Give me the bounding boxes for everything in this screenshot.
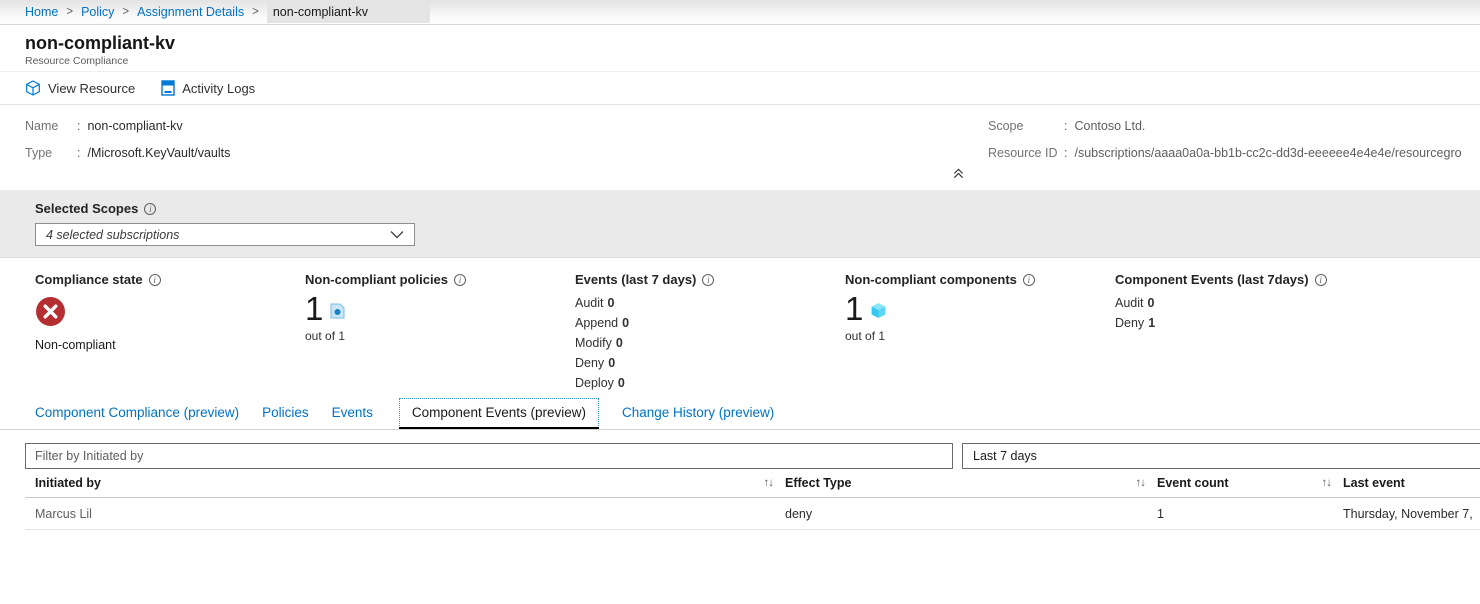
non-compliant-components-title: Non-compliant components xyxy=(845,272,1017,287)
page-subtitle: Resource Compliance xyxy=(25,55,1480,67)
chevron-double-up-icon xyxy=(952,168,965,183)
breadcrumb-separator: > xyxy=(66,6,73,18)
events-deny-row: Deny0 xyxy=(575,353,714,373)
events-modify-row: Modify0 xyxy=(575,333,714,353)
command-bar: View Resource Activity Logs xyxy=(0,72,1480,105)
info-icon[interactable]: i xyxy=(144,203,156,215)
breadcrumb-home[interactable]: Home xyxy=(25,5,58,19)
component-cube-icon xyxy=(870,302,887,322)
selected-scopes-section: Selected Scopes i 4 selected subscriptio… xyxy=(0,190,1480,258)
tab-component-events[interactable]: Component Events (preview) xyxy=(399,398,599,428)
resource-id-label: Resource ID xyxy=(988,146,1064,160)
view-resource-label: View Resource xyxy=(48,81,135,96)
chevron-down-icon xyxy=(390,227,404,242)
cell-last-event: Thursday, November 7, xyxy=(1333,507,1480,521)
selected-scopes-value: 4 selected subscriptions xyxy=(46,228,179,242)
essentials-name-row: Name:non-compliant-kv xyxy=(25,119,230,133)
info-icon[interactable]: i xyxy=(1315,274,1327,286)
compliance-state-card: Compliance state i Non-compliant xyxy=(35,272,161,352)
table-header-row: Initiated by ↑↓ Effect Type ↑↓ Event cou… xyxy=(25,469,1480,498)
component-events-deny-row: Deny1 xyxy=(1115,313,1327,333)
scope-label: Scope xyxy=(988,119,1064,133)
policy-icon xyxy=(330,303,345,322)
breadcrumb-separator: > xyxy=(252,6,259,18)
events-title: Events (last 7 days) xyxy=(575,272,696,287)
table-row: Marcus Lil deny 1 Thursday, November 7, xyxy=(25,498,1480,530)
breadcrumb-separator: > xyxy=(122,6,129,18)
activity-logs-button[interactable]: Activity Logs xyxy=(161,72,255,104)
events-deploy-row: Deploy0 xyxy=(575,373,714,393)
tab-change-history[interactable]: Change History (preview) xyxy=(622,398,774,427)
info-icon[interactable]: i xyxy=(1023,274,1035,286)
non-compliant-components-card: Non-compliant components i 1 out of 1 xyxy=(845,272,1035,343)
essentials-resource-id-row: Resource ID:/subscriptions/aaaa0a0a-bb1b… xyxy=(988,146,1462,160)
page-title: non-compliant-kv xyxy=(25,32,1480,54)
selected-scopes-label: Selected Scopes xyxy=(35,201,138,216)
breadcrumb-current: non-compliant-kv xyxy=(267,2,430,23)
column-header-event-count[interactable]: Event count ↑↓ xyxy=(1147,476,1333,490)
breadcrumb-assignment-details[interactable]: Assignment Details xyxy=(137,5,244,19)
non-compliant-components-out-of: out of 1 xyxy=(845,329,1035,343)
cell-effect-type: deny xyxy=(775,507,1147,521)
breadcrumb: Home > Policy > Assignment Details > non… xyxy=(0,0,1480,25)
sort-icon: ↑↓ xyxy=(764,477,776,489)
sort-icon: ↑↓ xyxy=(1136,477,1148,489)
events-audit-row: Audit0 xyxy=(575,293,714,313)
tab-bar: Component Compliance (preview) Policies … xyxy=(0,396,1480,430)
time-range-dropdown[interactable]: Last 7 days xyxy=(962,443,1480,469)
scope-value: Contoso Ltd. xyxy=(1074,119,1145,133)
non-compliant-components-count: 1 xyxy=(845,289,863,329)
column-header-effect-type[interactable]: Effect Type ↑↓ xyxy=(775,476,1147,490)
non-compliant-policies-out-of: out of 1 xyxy=(305,329,466,343)
name-label: Name xyxy=(25,119,77,133)
info-icon[interactable]: i xyxy=(702,274,714,286)
resource-id-value: /subscriptions/aaaa0a0a-bb1b-cc2c-dd3d-e… xyxy=(1074,146,1461,160)
activity-log-icon xyxy=(161,80,175,96)
sort-icon: ↑↓ xyxy=(1322,477,1334,489)
component-events-title: Component Events (last 7days) xyxy=(1115,272,1309,287)
filter-initiated-by-input[interactable] xyxy=(25,443,953,469)
type-value: /Microsoft.KeyVault/vaults xyxy=(87,146,230,160)
non-compliant-policies-title: Non-compliant policies xyxy=(305,272,448,287)
time-range-value: Last 7 days xyxy=(973,449,1037,463)
collapse-essentials-button[interactable] xyxy=(950,165,967,185)
cell-initiated-by: Marcus Lil xyxy=(25,507,775,521)
tab-events[interactable]: Events xyxy=(332,398,373,427)
component-events-audit-row: Audit0 xyxy=(1115,293,1327,313)
tab-policies[interactable]: Policies xyxy=(262,398,309,427)
activity-logs-label: Activity Logs xyxy=(182,81,255,96)
non-compliant-status-icon xyxy=(35,296,161,330)
info-icon[interactable]: i xyxy=(454,274,466,286)
compliance-state-title: Compliance state xyxy=(35,272,143,287)
name-value: non-compliant-kv xyxy=(87,119,182,133)
compliance-state-value: Non-compliant xyxy=(35,338,161,352)
selected-scopes-dropdown[interactable]: 4 selected subscriptions xyxy=(35,223,415,246)
column-header-last-event[interactable]: Last event xyxy=(1333,476,1480,490)
essentials-type-row: Type:/Microsoft.KeyVault/vaults xyxy=(25,146,230,160)
column-header-initiated-by[interactable]: Initiated by ↑↓ xyxy=(25,476,775,490)
essentials-panel: Name:non-compliant-kv Type:/Microsoft.Ke… xyxy=(0,105,1480,190)
breadcrumb-policy[interactable]: Policy xyxy=(81,5,114,19)
tab-component-compliance[interactable]: Component Compliance (preview) xyxy=(35,398,239,427)
component-events-table: Initiated by ↑↓ Effect Type ↑↓ Event cou… xyxy=(25,469,1480,530)
type-label: Type xyxy=(25,146,77,160)
view-resource-button[interactable]: View Resource xyxy=(25,72,135,104)
events-card: Events (last 7 days) i Audit0 Append0 Mo… xyxy=(575,272,714,393)
info-icon[interactable]: i xyxy=(149,274,161,286)
component-events-card: Component Events (last 7days) i Audit0 D… xyxy=(1115,272,1327,333)
compliance-summary: Compliance state i Non-compliant Non-com… xyxy=(0,258,1480,396)
filter-row: Last 7 days xyxy=(25,443,1480,469)
non-compliant-policies-count: 1 xyxy=(305,289,323,329)
non-compliant-policies-card: Non-compliant policies i 1 out of 1 xyxy=(305,272,466,343)
essentials-scope-row: Scope:Contoso Ltd. xyxy=(988,119,1462,133)
cube-outline-icon xyxy=(25,80,41,96)
events-append-row: Append0 xyxy=(575,313,714,333)
cell-event-count: 1 xyxy=(1147,507,1333,521)
page-header: non-compliant-kv Resource Compliance xyxy=(0,25,1480,72)
